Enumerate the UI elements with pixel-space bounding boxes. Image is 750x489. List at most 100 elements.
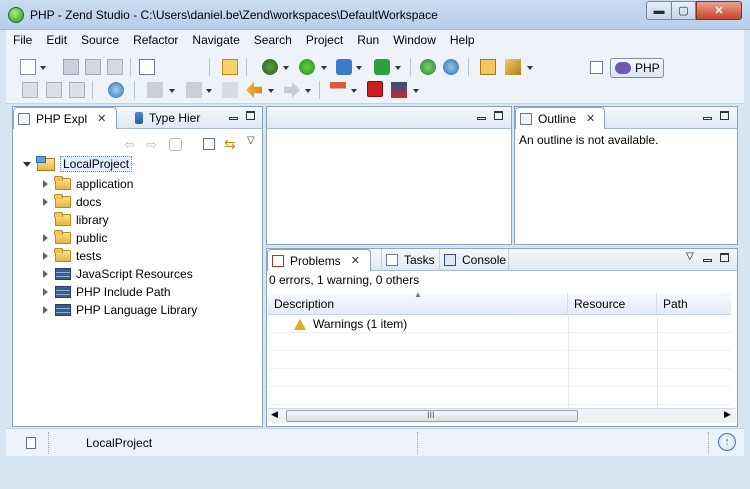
up-nav-icon[interactable] [169, 138, 182, 151]
maximize-problems-icon[interactable] [720, 253, 729, 262]
search-tool-icon[interactable] [505, 59, 521, 75]
maximize-view-icon[interactable] [246, 111, 255, 120]
scrollbar-thumb[interactable]: III [286, 410, 578, 422]
tree-item-application[interactable]: application [41, 175, 133, 193]
globe-icon[interactable] [108, 82, 124, 98]
col-resource[interactable]: Resource [568, 293, 657, 315]
menu-edit[interactable]: Edit [39, 33, 74, 47]
save-all-icon[interactable] [85, 59, 101, 75]
collapsed-arrow-icon[interactable] [42, 234, 48, 242]
zend-studio-app-icon[interactable] [8, 7, 24, 23]
deploy-dropdown-icon[interactable] [413, 89, 419, 93]
tree-project-row[interactable]: LocalProject [23, 155, 133, 173]
tree-item-php-language-library[interactable]: PHP Language Library [41, 301, 197, 319]
deploy-icon[interactable] [391, 82, 407, 98]
back-dropdown-icon[interactable] [268, 89, 274, 93]
tab-type-hierarchy[interactable]: Type Hier [131, 107, 221, 129]
minimize-button[interactable]: ▬ [646, 1, 672, 20]
external-tools-icon[interactable] [374, 59, 390, 75]
toggle-ruler-icon[interactable] [22, 82, 38, 98]
toggle-highlight-icon[interactable] [69, 82, 85, 98]
collapsed-arrow-icon[interactable] [42, 180, 48, 188]
next-annotation-icon[interactable] [147, 82, 163, 98]
php-debug-url-icon[interactable] [420, 59, 436, 75]
menu-window[interactable]: Window [386, 33, 443, 47]
open-type-icon[interactable] [222, 59, 238, 75]
menu-run[interactable]: Run [350, 33, 386, 47]
close-tab-icon[interactable]: ✕ [97, 112, 106, 125]
menu-source[interactable]: Source [74, 33, 126, 47]
maximize-editor-icon[interactable] [494, 111, 503, 120]
save-icon[interactable] [63, 59, 79, 75]
menu-refactor[interactable]: Refactor [126, 33, 185, 47]
tree-item-public[interactable]: public [41, 229, 107, 247]
close-button[interactable]: ✕ [696, 1, 742, 20]
maximize-outline-icon[interactable] [720, 111, 729, 120]
tab-problems[interactable]: Problems ✕ [267, 249, 371, 271]
col-description[interactable]: Description ▲ [268, 290, 568, 315]
red-book-icon[interactable] [367, 81, 383, 97]
new-dropdown-icon[interactable] [40, 66, 46, 70]
tab-php-explorer[interactable]: PHP Expl ✕ [13, 107, 117, 129]
tree-item-library[interactable]: library [41, 211, 109, 229]
debug-icon[interactable] [262, 59, 278, 75]
forward-nav-icon[interactable]: ⇨ [146, 137, 157, 153]
scroll-left-icon[interactable]: ◀ [271, 409, 278, 420]
profile-dropdown-icon[interactable] [356, 66, 362, 70]
run-icon[interactable] [299, 59, 315, 75]
collapsed-arrow-icon[interactable] [42, 306, 48, 314]
next-annotation-dropdown-icon[interactable] [169, 89, 175, 93]
menu-help[interactable]: Help [443, 33, 482, 47]
tab-console[interactable]: Console [439, 249, 509, 271]
menu-search[interactable]: Search [247, 33, 299, 47]
tab-tasks[interactable]: Tasks [381, 249, 439, 271]
debug-dropdown-icon[interactable] [283, 66, 289, 70]
menu-project[interactable]: Project [299, 33, 350, 47]
back-arrow-icon[interactable] [246, 82, 262, 98]
external-tools-dropdown-icon[interactable] [395, 66, 401, 70]
previous-annotation-dropdown-icon[interactable] [206, 89, 212, 93]
back-nav-icon[interactable]: ⇦ [124, 137, 135, 153]
collapsed-arrow-icon[interactable] [42, 288, 48, 296]
new-php-file-icon[interactable] [139, 59, 155, 75]
show-whitespace-icon[interactable] [46, 82, 62, 98]
tree-item-tests[interactable]: tests [41, 247, 101, 265]
view-menu-icon[interactable]: ▽ [247, 135, 255, 146]
minimize-outline-icon[interactable] [703, 117, 712, 120]
expanded-arrow-icon[interactable] [23, 161, 31, 167]
pin-dropdown-icon[interactable] [351, 89, 357, 93]
fast-view-icon[interactable] [26, 437, 36, 449]
web-browser-icon[interactable] [443, 59, 459, 75]
maximize-button[interactable]: ▢ [671, 1, 696, 20]
tree-item-php-include-path[interactable]: PHP Include Path [41, 283, 171, 301]
forward-arrow-icon[interactable] [284, 82, 300, 98]
collapsed-arrow-icon[interactable] [42, 270, 48, 278]
link-with-editor-icon[interactable]: ⇆ [224, 136, 236, 153]
close-problems-tab-icon[interactable]: ✕ [351, 254, 360, 267]
open-perspective-icon[interactable] [590, 61, 603, 74]
print-icon[interactable] [107, 59, 123, 75]
tree-item-javascript-resources[interactable]: JavaScript Resources [41, 265, 193, 283]
collapse-all-icon[interactable] [203, 138, 215, 150]
minimize-editor-icon[interactable] [477, 117, 486, 120]
php-perspective-button[interactable]: PHP [610, 58, 664, 78]
menu-file[interactable]: File [6, 33, 39, 47]
last-edit-location-icon[interactable] [222, 82, 238, 98]
scroll-right-icon[interactable]: ▶ [724, 409, 731, 420]
horizontal-scrollbar[interactable]: ◀ III ▶ [268, 408, 736, 423]
minimize-problems-icon[interactable] [703, 259, 712, 262]
previous-annotation-icon[interactable] [186, 82, 202, 98]
collapsed-arrow-icon[interactable] [42, 198, 48, 206]
close-outline-tab-icon[interactable]: ✕ [586, 112, 595, 125]
tree-item-docs[interactable]: docs [41, 193, 101, 211]
profile-icon[interactable] [336, 59, 352, 75]
collapsed-arrow-icon[interactable] [42, 252, 48, 260]
run-dropdown-icon[interactable] [321, 66, 327, 70]
minimize-view-icon[interactable] [229, 117, 238, 120]
progress-icon[interactable]: ↑ [718, 433, 736, 451]
col-path[interactable]: Path [657, 293, 731, 315]
open-folder-icon[interactable] [480, 59, 496, 75]
table-row[interactable]: Warnings (1 item) [268, 315, 731, 333]
menu-navigate[interactable]: Navigate [185, 33, 246, 47]
forward-dropdown-icon[interactable] [305, 89, 311, 93]
